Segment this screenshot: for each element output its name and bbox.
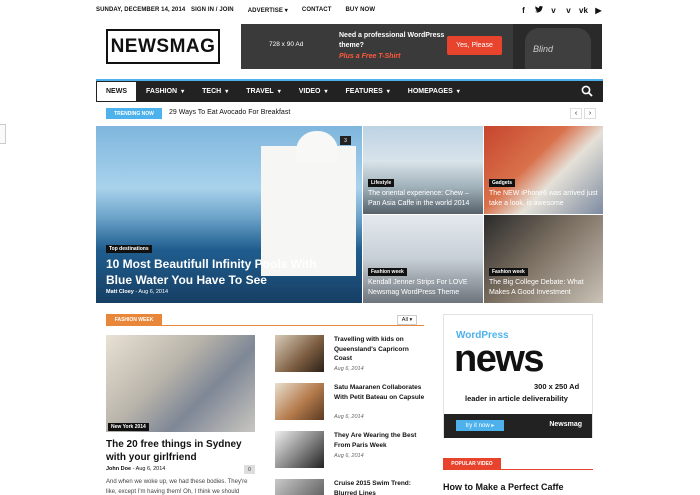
section-title: FASHION WEEK — [106, 314, 162, 325]
chevron-down-icon: ▾ — [225, 89, 229, 95]
buy-now-link[interactable]: BUY NOW — [346, 7, 376, 14]
post-title[interactable]: The oriental experience: Chew – Pan Asia… — [368, 189, 480, 209]
post-date: Aug 6, 2014 — [138, 289, 169, 295]
post-title[interactable]: Kendall Jenner Strips For LOVE Newsmag W… — [368, 278, 480, 298]
nav-video[interactable]: VIDEO ▾ — [290, 81, 337, 102]
ad-brand: Newsmag — [549, 421, 582, 428]
post-title[interactable]: Satu Maaranen Collaborates With Petit Ba… — [334, 383, 426, 402]
post-thumbnail[interactable] — [275, 431, 324, 468]
popular-video-label: POPULAR VIDEO — [443, 458, 501, 469]
post-date: Aug 6, 2014 — [334, 453, 364, 459]
ad-size-label: 728 x 90 Ad — [269, 41, 304, 48]
popular-video-title[interactable]: How to Make a Perfect Caffe — [443, 481, 598, 493]
advertise-link[interactable]: ADVERTISE ▾ — [248, 7, 288, 14]
post-meta: Matt Cloey - Aug 6, 2014 — [106, 289, 169, 295]
site-logo[interactable]: NEWSMAG — [106, 29, 220, 64]
section-filter-dropdown[interactable]: All ▾ — [397, 315, 417, 325]
section-divider — [106, 325, 424, 326]
chevron-down-icon: ▾ — [277, 89, 281, 95]
twitter-icon[interactable] — [534, 6, 543, 15]
top-menu: SIGN IN / JOIN ADVERTISE ▾ CONTACT BUY N… — [191, 7, 375, 14]
grid-post[interactable]: Fashion week The Big College Debate: Wha… — [484, 215, 603, 303]
grid-post[interactable]: Lifestyle The oriental experience: Chew … — [363, 126, 483, 214]
post-title[interactable]: Travelling with kids on Queensland's Cap… — [334, 335, 426, 364]
chevron-left-icon[interactable]: ‹ — [570, 108, 582, 119]
vine-icon[interactable]: v — [564, 6, 573, 15]
ad-headline: Need a professional WordPress theme? — [339, 32, 445, 49]
nav-tech[interactable]: TECH ▾ — [193, 81, 237, 102]
category-badge[interactable]: Fashion week — [368, 268, 407, 276]
featured-post-title[interactable]: The 20 free things in Sydney with your g… — [106, 438, 256, 464]
post-date: Aug 6, 2014 — [334, 414, 364, 420]
ad-cta-button[interactable]: Yes, Please — [447, 36, 502, 55]
comment-count: 3 — [340, 136, 351, 145]
tshirt-image: Blind — [513, 24, 602, 69]
nav-travel[interactable]: TRAVEL ▾ — [237, 81, 290, 102]
grid-post[interactable]: Gadgets The NEW iPhone6 was arrived just… — [484, 126, 603, 214]
post-title[interactable]: The Big College Debate: What Makes A Goo… — [489, 278, 601, 298]
chevron-down-icon: ▾ — [386, 89, 390, 95]
category-badge[interactable]: Gadgets — [489, 179, 516, 187]
comment-count[interactable]: 0 — [244, 465, 255, 474]
trending-label: TRENDING NOW — [106, 108, 162, 119]
chevron-down-icon: ▾ — [324, 89, 328, 95]
post-author[interactable]: John Doe — [106, 466, 131, 472]
trending-headline[interactable]: 29 Ways To Eat Avocado For Breakfast — [169, 109, 290, 116]
featured-post-meta: John Doe - Aug 6, 2014 — [106, 466, 166, 472]
social-icons: f v v vk ▶ — [519, 6, 603, 15]
tshirt-print: Blind — [533, 44, 554, 54]
top-bar: SUNDAY, DECEMBER 14, 2014 SIGN IN / JOIN… — [96, 6, 603, 17]
chevron-down-icon: ▾ — [284, 8, 288, 14]
sign-in-link[interactable]: SIGN IN / JOIN — [191, 7, 234, 14]
section-divider — [443, 469, 593, 470]
youtube-icon[interactable]: ▶ — [594, 6, 603, 15]
contact-link[interactable]: CONTACT — [302, 7, 332, 14]
current-date: SUNDAY, DECEMBER 14, 2014 — [96, 7, 186, 13]
vk-icon[interactable]: vk — [579, 6, 588, 15]
vimeo-icon[interactable]: v — [549, 6, 558, 15]
chevron-right-icon[interactable]: › — [584, 108, 596, 119]
post-date: Aug 6, 2014 — [334, 366, 364, 372]
facebook-icon[interactable]: f — [519, 6, 528, 15]
main-nav: NEWS FASHION ▾ TECH ▾ TRAVEL ▾ VIDEO ▾ FEATU… — [96, 81, 603, 102]
post-date: Aug 6, 2014 — [135, 466, 166, 472]
post-thumbnail[interactable] — [275, 479, 324, 495]
header-ad-banner[interactable]: 728 x 90 Ad Need a professional WordPres… — [241, 24, 602, 69]
nav-features[interactable]: FEATURES ▾ — [337, 81, 399, 102]
post-title[interactable]: They Are Wearing the Best From Paris Wee… — [334, 431, 426, 450]
post-thumbnail[interactable] — [275, 335, 324, 372]
sidebar-ad[interactable]: WordPress news 300 x 250 Ad leader in ar… — [443, 314, 593, 438]
nav-homepages[interactable]: HOMEPAGES ▾ — [399, 81, 469, 102]
post-author[interactable]: Matt Cloey — [106, 289, 134, 295]
ad-news-wordmark: news — [454, 338, 545, 380]
ad-size-label: 300 x 250 Ad — [534, 382, 580, 391]
post-title[interactable]: The NEW iPhone6 was arrived just take a … — [489, 189, 601, 209]
side-tab[interactable] — [0, 124, 6, 144]
post-title[interactable]: Cruise 2015 Swim Trend: Blurred Lines — [334, 479, 426, 495]
category-badge[interactable]: Lifestyle — [368, 179, 395, 187]
nav-fashion[interactable]: FASHION ▾ — [137, 81, 193, 102]
arrow-right-icon: ▸ — [491, 423, 495, 429]
nav-news[interactable]: NEWS — [96, 81, 137, 102]
ad-subline: Plus a Free T-Shirt — [339, 53, 401, 60]
ad-footer-bar: try it now ▸ Newsmag — [444, 414, 592, 438]
chevron-down-icon: ▾ — [181, 89, 185, 95]
category-badge[interactable]: Top destinations — [106, 245, 152, 253]
search-icon[interactable] — [581, 85, 593, 97]
featured-post-excerpt: And when we woke up, we had these bodies… — [106, 479, 248, 495]
chevron-down-icon: ▾ — [409, 317, 413, 323]
dome-image — [296, 131, 338, 161]
grid-post[interactable]: Fashion week Kendall Jenner Strips For L… — [363, 215, 483, 303]
post-thumbnail[interactable] — [275, 383, 324, 420]
ad-tagline: leader in article deliverability — [465, 394, 568, 403]
featured-post-image[interactable]: New York 2014 — [106, 335, 255, 432]
category-badge[interactable]: New York 2014 — [108, 423, 149, 431]
post-title[interactable]: 10 Most Beautifull Infinity Pools With B… — [106, 256, 336, 288]
featured-big-post[interactable]: 3 Top destinations 10 Most Beautifull In… — [96, 126, 362, 303]
category-badge[interactable]: Fashion week — [489, 268, 528, 276]
trending-controls: ‹ › — [570, 108, 596, 119]
chevron-down-icon: ▾ — [456, 89, 460, 95]
try-it-now-button[interactable]: try it now ▸ — [456, 420, 504, 431]
